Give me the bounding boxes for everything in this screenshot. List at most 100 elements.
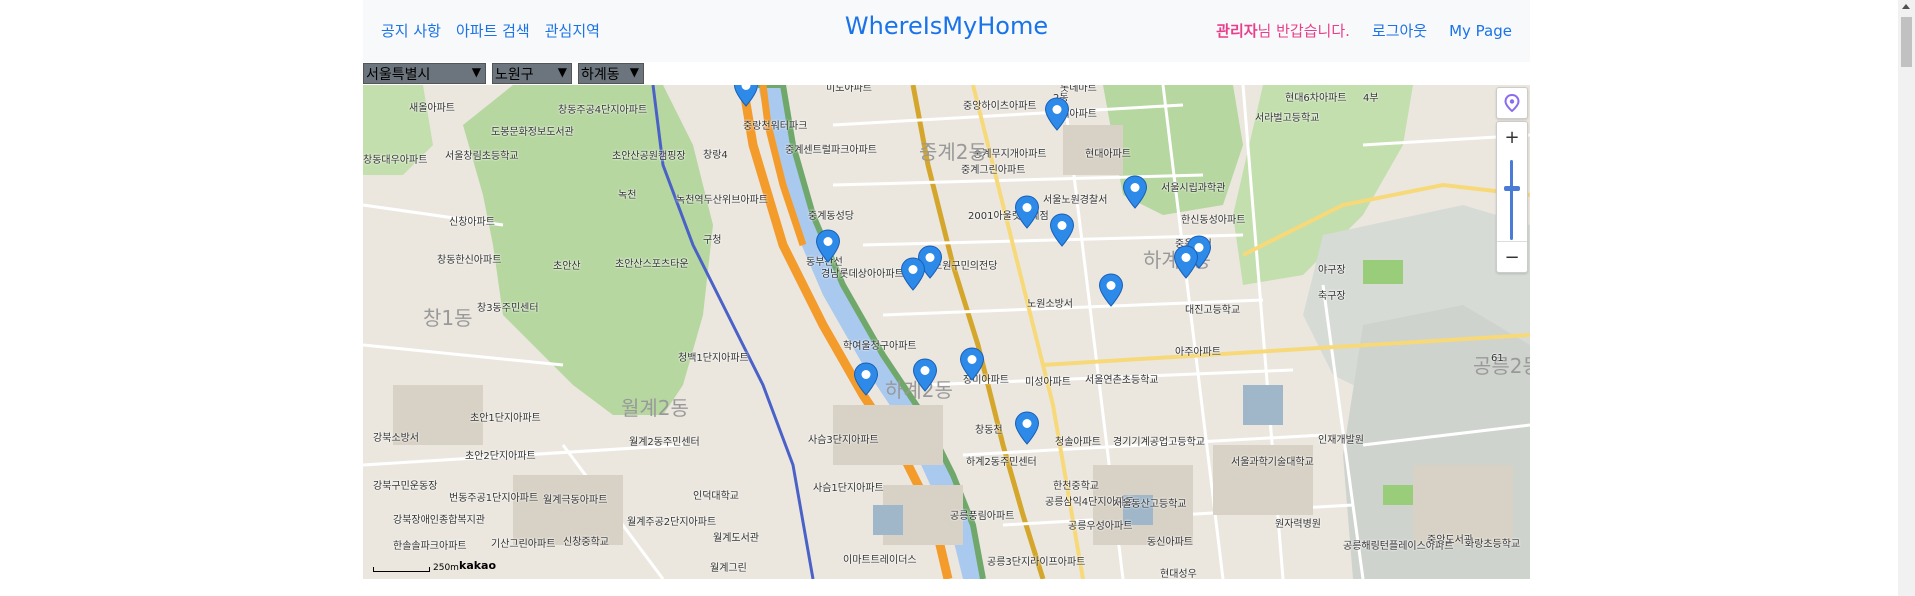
map-place-label: 4부 [1363,93,1379,104]
apartment-marker-icon[interactable] [1098,273,1124,307]
apartment-marker-icon[interactable] [959,347,985,381]
plus-icon: + [1504,126,1520,148]
map-place-label: 서울과학기술대학교 [1231,457,1314,468]
map-place-label: 사슴3단지아파트 [808,435,879,446]
page-scrollbar[interactable] [1898,0,1915,596]
location-pin-icon [1504,94,1520,112]
mypage-link[interactable]: My Page [1449,22,1512,40]
map-place-label: 축구장 [1318,291,1346,302]
apartment-marker-icon[interactable] [733,85,759,107]
apartment-marker-icon[interactable] [815,229,841,263]
map-place-label: 창3동주민센터 [477,303,539,314]
map-place-label: 야구장 [1318,265,1346,276]
map-place-label: 초안1단지아파트 [470,413,541,424]
map-place-label: 월계2동주민센터 [629,437,700,448]
apartment-marker-icon[interactable] [1173,245,1199,279]
map-place-label: 중계2동 [919,140,987,164]
map-place-label: 인재개발원 [1318,435,1364,446]
apartment-marker-icon[interactable] [1014,411,1040,445]
apartment-marker-icon[interactable] [900,257,926,291]
map-place-label: 하계2동주민센터 [966,457,1037,468]
map-place-label: 학여울청구아파트 [843,341,917,352]
district-select[interactable]: 노원구 ▼ [492,63,572,84]
map-place-label: 중계동성당 [808,211,854,222]
map-place-label: 동신아파트 [1147,537,1193,548]
map-place-label: 미성아파트 [1025,377,1071,388]
nav-interest-area-link[interactable]: 관심지역 [545,20,600,41]
brand-logo-link[interactable]: WhereIsMyHome [845,12,1048,40]
location-pin-button[interactable] [1497,88,1527,118]
map-place-label: 서울노원경찰서 [1043,195,1108,206]
nav-left: 공지 사항 아파트 검색 관심지역 [381,20,600,41]
apartment-marker-icon[interactable] [1122,175,1148,209]
region-filters: 서울특별시 ▼ 노원구 ▼ 하계동 ▼ [363,63,644,84]
map-place-label: 현대6차아파트 [1285,93,1347,104]
welcome-message: 관리자님 반갑습니다. [1216,20,1350,41]
chevron-down-icon: ▼ [471,65,481,79]
map-place-label: 초안산 [553,261,581,272]
map-place-label: 공릉풍림아파트 [950,511,1015,522]
map-place-label: 번동주공1단지아파트 [449,493,539,504]
district-select-value: 노원구 [495,66,534,83]
city-select[interactable]: 서울특별시 ▼ [363,63,486,84]
apartment-marker-icon[interactable] [912,358,938,392]
apartment-marker-icon[interactable] [1014,195,1040,229]
map-place-label: 초안2단지아파트 [465,451,536,462]
map-place-label: 녹천 [618,190,637,201]
map-place-label: 인덕대학교 [693,491,739,502]
map-place-label: 도봉문화정보도서관 [491,127,574,138]
map-place-label: 대진고등학교 [1185,305,1241,316]
zoom-control: + − [1496,121,1528,273]
scroll-up-arrow-icon[interactable] [1902,4,1910,9]
map-place-label: 현대아파트 [1085,149,1131,160]
nav-notice-link[interactable]: 공지 사항 [381,20,441,41]
map-place-label: 월계도서관 [713,533,759,544]
map-place-label: 사슴1단지아파트 [813,483,884,494]
map-place-label: 창동대우아파트 [363,155,428,166]
map-place-label: 강북장애인종합복지관 [393,515,485,526]
map-place-label: 초안산스포츠타운 [615,259,689,270]
map-place-label: 월계주공2단지아파트 [627,517,717,528]
map-place-label: 아주아파트 [1175,347,1221,358]
map-place-label: 한천중학교 [1053,481,1099,492]
map-place-label: 강북구민운동장 [373,481,438,492]
scroll-thumb[interactable] [1901,17,1912,67]
map-place-label: 월계2동 [621,396,689,420]
map-place-label: 청솔아파트 [1055,437,1101,448]
map-place-label: 현대성우 [1160,569,1197,579]
logout-link[interactable]: 로그아웃 [1372,20,1427,41]
map-place-label: 공릉3단지라이프아파트 [987,557,1086,568]
zoom-slider-track[interactable] [1510,160,1513,240]
zoom-slider-handle[interactable] [1504,186,1520,191]
map-place-label: 월계그린 [710,563,747,574]
apartment-marker-icon[interactable] [1044,97,1070,131]
apartment-marker-icon[interactable] [1049,213,1075,247]
zoom-out-button[interactable]: − [1497,241,1527,272]
admin-name: 관리자 [1216,22,1258,40]
map-place-label: 서울연촌초등학교 [1085,375,1159,386]
map-place-label: 신창중학교 [563,537,609,548]
map-place-label: 화랑초등학교 [1465,539,1521,550]
map-place-label: 창동한신아파트 [437,255,502,266]
map-place-label: 중랑천워터파크 [743,121,808,132]
apartment-marker-icon[interactable] [853,362,879,396]
city-select-value: 서울특별시 [366,66,431,83]
map-place-label: 기산그린아파트 [491,539,556,550]
map-place-label: 중계그린아파트 [961,165,1026,176]
scale-label: 250m [433,563,459,573]
zoom-in-button[interactable]: + [1497,122,1527,152]
map-place-label: 이마트트레이더스 [843,555,917,566]
map-place-label: 경기기계공업고등학교 [1113,437,1205,448]
dong-select[interactable]: 하계동 ▼ [578,63,644,84]
map-view[interactable]: 미도아파트 롯데마트 현대6차아파트 새올아파트 창동주공4단지아파트 도봉문화정보도서관… [363,85,1530,579]
map-place-label: 강북소방서 [373,433,419,444]
map-place-label: 창1동 [423,306,473,330]
map-place-label: 창동천 [975,425,1003,436]
map-place-label: 중계센트럴파크아파트 [785,145,877,156]
map-place-label: 녹천역두산위브아파트 [676,195,768,206]
nav-apartment-search-link[interactable]: 아파트 검색 [456,20,530,41]
map-place-label: 서라벌고등학교 [1255,113,1320,124]
map-place-label: 미도아파트 [826,85,872,94]
chevron-down-icon: ▼ [629,65,639,79]
kakao-logo: kakao [459,559,497,572]
